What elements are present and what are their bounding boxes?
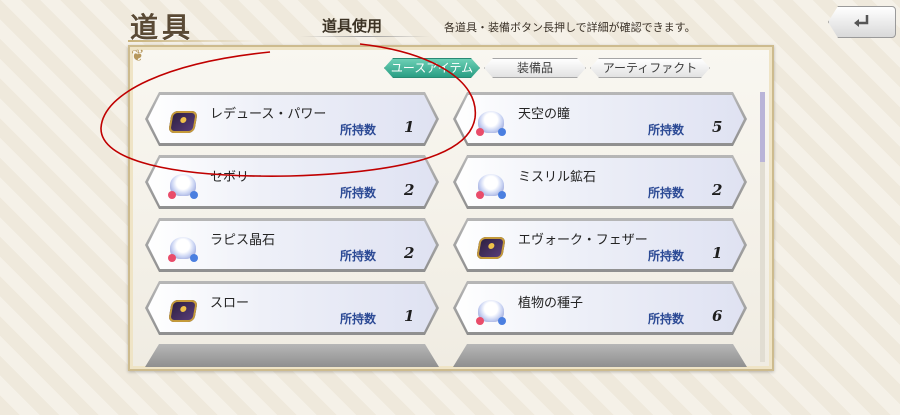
page-subtitle: 道具使用 bbox=[322, 17, 383, 35]
item-card-partial[interactable] bbox=[145, 344, 439, 367]
item-name: ラピス晶石 bbox=[210, 233, 276, 248]
book-icon bbox=[168, 111, 198, 133]
hint-text: 各道具・装備ボタン長押しで詳細が確認できます。 bbox=[444, 21, 696, 34]
tab-artifacts[interactable]: アーティファクト bbox=[590, 58, 710, 78]
item-name: レデュース・パワー bbox=[210, 107, 327, 122]
item-card[interactable]: ミスリル鉱石 所持数 2 bbox=[453, 155, 747, 209]
book-icon bbox=[476, 237, 506, 259]
back-button[interactable] bbox=[828, 6, 896, 38]
item-card[interactable]: エヴォーク・フェザー 所持数 1 bbox=[453, 218, 747, 272]
orb-icon bbox=[170, 174, 196, 196]
item-qty: 5 bbox=[712, 118, 723, 136]
item-qty: 1 bbox=[404, 307, 415, 325]
item-qty: 1 bbox=[712, 244, 723, 262]
item-card[interactable]: ラピス晶石 所持数 2 bbox=[145, 218, 439, 272]
title-underline bbox=[128, 40, 258, 42]
item-name: エヴォーク・フェザー bbox=[518, 233, 648, 248]
item-card[interactable]: セボリー 所持数 2 bbox=[145, 155, 439, 209]
qty-label: 所持数 bbox=[648, 249, 685, 263]
qty-label: 所持数 bbox=[340, 312, 377, 326]
item-qty: 6 bbox=[712, 307, 723, 325]
item-name: 天空の瞳 bbox=[518, 107, 571, 122]
orb-icon bbox=[170, 237, 196, 259]
item-qty: 1 bbox=[404, 118, 415, 136]
ornament-corner-icon: ❦ bbox=[131, 46, 145, 65]
return-arrow-icon bbox=[854, 15, 869, 27]
orb-icon bbox=[478, 174, 504, 196]
item-name: スロー bbox=[210, 296, 250, 311]
category-tabs: ユースアイテム 装備品 アーティファクト bbox=[384, 58, 710, 78]
item-card[interactable]: レデュース・パワー 所持数 1 bbox=[145, 92, 439, 146]
scroll-thumb[interactable] bbox=[760, 92, 765, 162]
item-name: セボリー bbox=[210, 170, 263, 185]
tab-use-items[interactable]: ユースアイテム bbox=[384, 58, 480, 78]
subtitle-underline bbox=[300, 36, 430, 37]
item-card[interactable]: スロー 所持数 1 bbox=[145, 281, 439, 335]
orb-icon bbox=[478, 111, 504, 133]
qty-label: 所持数 bbox=[648, 123, 685, 137]
item-card[interactable]: 天空の瞳 所持数 5 bbox=[453, 92, 747, 146]
orb-icon bbox=[478, 300, 504, 322]
item-name: 植物の種子 bbox=[518, 296, 584, 311]
scrollbar[interactable] bbox=[760, 92, 765, 362]
qty-label: 所持数 bbox=[340, 186, 377, 200]
item-name: ミスリル鉱石 bbox=[518, 170, 597, 185]
item-qty: 2 bbox=[712, 181, 723, 199]
tab-equipment[interactable]: 装備品 bbox=[484, 58, 586, 78]
qty-label: 所持数 bbox=[340, 249, 377, 263]
item-card[interactable]: 植物の種子 所持数 6 bbox=[453, 281, 747, 335]
qty-label: 所持数 bbox=[648, 186, 685, 200]
qty-label: 所持数 bbox=[340, 123, 377, 137]
item-qty: 2 bbox=[404, 244, 415, 262]
item-card-partial[interactable] bbox=[453, 344, 747, 367]
qty-label: 所持数 bbox=[648, 312, 685, 326]
book-icon bbox=[168, 300, 198, 322]
item-qty: 2 bbox=[404, 181, 415, 199]
